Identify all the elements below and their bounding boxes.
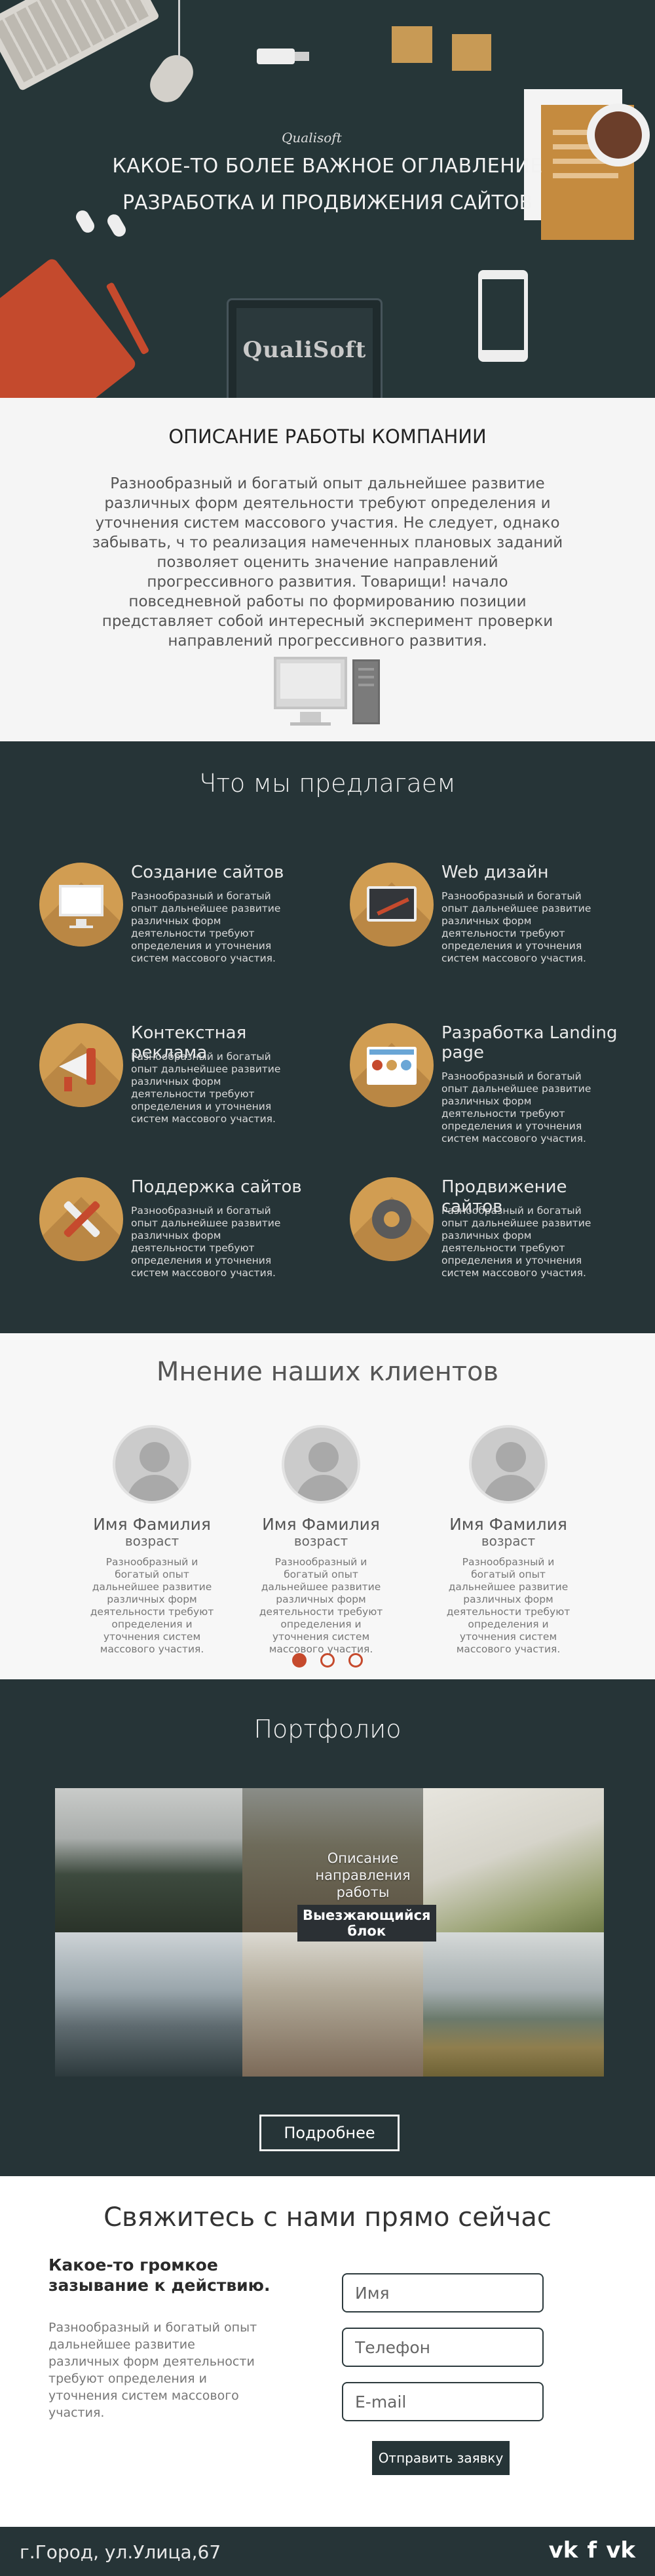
sticky-note: [452, 34, 491, 71]
gear-icon: [350, 1177, 434, 1261]
service-desc: Разнообразный и богатый опыт дальнейшее …: [131, 1205, 281, 1279]
portfolio-tile[interactable]: [55, 1932, 242, 2077]
review-age: возраст: [481, 1533, 536, 1549]
mouse-cable: [178, 0, 180, 59]
about-title: ОПИСАНИЕ РАБОТЫ КОМПАНИИ: [168, 425, 487, 448]
review-card: Имя Фамилия возраст Разнообразный и бога…: [73, 1425, 231, 1656]
service-desc: Разнообразный и богатый опыт дальнейшее …: [131, 890, 281, 964]
hero-subtitle: РАЗРАБОТКА И ПРОДВИЖЕНИЯ САЙТОВ: [122, 191, 533, 214]
contact-title: Свяжитесь с нами прямо сейчас: [103, 2202, 552, 2233]
monitor-base: [290, 722, 331, 726]
portfolio-tile[interactable]: [55, 1788, 242, 1932]
contact-section: Свяжитесь с нами прямо сейчас Какое-то г…: [0, 2176, 655, 2527]
avatar-icon: [469, 1425, 548, 1504]
design-tablet-icon: [350, 863, 434, 946]
service-desc: Разнообразный и богатый опыт дальнейшее …: [131, 1051, 281, 1125]
review-text: Разнообразный и богатый опыт дальнейшее …: [446, 1556, 571, 1655]
tools-icon: [39, 1177, 123, 1261]
megaphone-icon: [39, 1023, 123, 1107]
service-item[interactable]: Разработка Landing page Разнообразный и …: [350, 1023, 638, 1144]
slider-dot-3[interactable]: [348, 1653, 364, 1668]
slider-dot-1[interactable]: [291, 1653, 307, 1668]
service-item[interactable]: Web дизайн Разнообразный и богатый опыт …: [350, 863, 638, 981]
portfolio-title: Портфолио: [253, 1715, 402, 1744]
usb-drive-illustration: [257, 49, 295, 64]
avatar-icon: [282, 1425, 360, 1504]
vk-icon[interactable]: vk: [549, 2537, 578, 2564]
portfolio-overlay-desc: Описание направления работы: [315, 1850, 411, 1900]
review-age: возраст: [124, 1533, 179, 1549]
portfolio-overlay-label: Выезжающийся блок: [297, 1905, 436, 1942]
review-card: Имя Фамилия возраст Разнообразный и бога…: [242, 1425, 400, 1656]
service-desc: Разнообразный и богатый опыт дальнейшее …: [441, 890, 591, 964]
service-item[interactable]: Продвижение сайтов Разнообразный и богат…: [350, 1177, 638, 1295]
submit-button[interactable]: Отправить заявку: [372, 2441, 510, 2475]
review-name: Имя Фамилия: [93, 1515, 211, 1534]
portfolio-tile[interactable]: [423, 1932, 604, 2077]
computer-monitor-icon: [274, 657, 347, 709]
services-section: Что мы предлагаем Создание сайтов Разноо…: [0, 741, 655, 1333]
landing-page-icon: [350, 1023, 434, 1107]
contact-cta: Какое-то громкое зазывание к действию.: [48, 2255, 271, 2295]
review-card: Имя Фамилия возраст Разнообразный и бога…: [430, 1425, 587, 1656]
monitor-icon: [39, 863, 123, 946]
slider-dots: [0, 1653, 655, 1668]
folder-illustration: [0, 256, 138, 398]
laptop-illustration: QualiSoft: [227, 298, 383, 398]
service-item[interactable]: Поддержка сайтов Разнообразный и богатый…: [39, 1177, 328, 1295]
avatar-icon: [113, 1425, 191, 1504]
social-links: vk f vk: [549, 2537, 635, 2564]
phone-field[interactable]: [342, 2328, 544, 2367]
portfolio-grid: Описание направления работы Выезжающийся…: [55, 1788, 604, 2077]
service-title: Разработка Landing page: [441, 1023, 618, 1063]
usb-connector: [295, 52, 309, 61]
vk-icon[interactable]: vk: [606, 2537, 635, 2564]
phone-illustration: [478, 270, 528, 362]
service-title: Создание сайтов: [131, 863, 284, 882]
more-button[interactable]: Подробнее: [259, 2115, 400, 2151]
sticky-note: [392, 26, 432, 63]
review-text: Разнообразный и богатый опыт дальнейшее …: [259, 1556, 383, 1655]
email-field[interactable]: [342, 2382, 544, 2421]
computer-tower-icon: [352, 659, 380, 724]
laptop-logo: QualiSoft: [242, 337, 367, 363]
portfolio-overlay[interactable]: Описание направления работы Выезжающийся…: [297, 1850, 436, 1942]
portfolio-tile[interactable]: [423, 1788, 604, 1932]
contact-text: Разнообразный и богатый опыт дальнейшее …: [48, 2320, 257, 2420]
portfolio-section: Портфолио Описание направления работы Вы…: [0, 1679, 655, 2176]
hero-title: КАКОЕ-ТО БОЛЕЕ ВАЖНОЕ ОГЛАВЛЕНИЕ: [112, 155, 543, 178]
name-field[interactable]: [342, 2273, 544, 2313]
review-name: Имя Фамилия: [262, 1515, 380, 1534]
facebook-icon[interactable]: f: [587, 2537, 597, 2564]
about-text: Разнообразный и богатый опыт дальнейшее …: [92, 475, 563, 650]
footer: г.Город, ул.Улица,67 vk f vk: [0, 2527, 655, 2576]
service-desc: Разнообразный и богатый опыт дальнейшее …: [441, 1205, 591, 1279]
portfolio-tile[interactable]: [242, 1932, 423, 2077]
reviews-title: Мнение наших клиентов: [156, 1357, 499, 1387]
about-section: ОПИСАНИЕ РАБОТЫ КОМПАНИИ Разнообразный и…: [0, 398, 655, 741]
service-title: Поддержка сайтов: [131, 1177, 302, 1197]
service-desc: Разнообразный и богатый опыт дальнейшее …: [441, 1070, 591, 1144]
slider-dot-2[interactable]: [320, 1653, 335, 1668]
monitor-stand: [300, 712, 321, 722]
footer-address: г.Город, ул.Улица,67: [20, 2541, 221, 2563]
hero-small-logo: Qualisoft: [282, 130, 342, 146]
reviews-section: Мнение наших клиентов Имя Фамилия возрас…: [0, 1333, 655, 1679]
service-title: Web дизайн: [441, 863, 549, 882]
service-item[interactable]: Контекстная реклама Разнообразный и бога…: [39, 1023, 328, 1141]
service-item[interactable]: Создание сайтов Разнообразный и богатый …: [39, 863, 328, 981]
services-title: Что мы предлагаем: [199, 769, 456, 798]
keyboard-illustration: [0, 0, 160, 92]
hero-section: Qualisoft КАКОЕ-ТО БОЛЕЕ ВАЖНОЕ ОГЛАВЛЕН…: [0, 0, 655, 398]
review-name: Имя Фамилия: [449, 1515, 567, 1534]
review-age: возраст: [293, 1533, 348, 1549]
mouse-illustration: [143, 48, 200, 109]
earphones-illustration: [105, 212, 128, 239]
review-text: Разнообразный и богатый опыт дальнейшее …: [90, 1556, 214, 1655]
